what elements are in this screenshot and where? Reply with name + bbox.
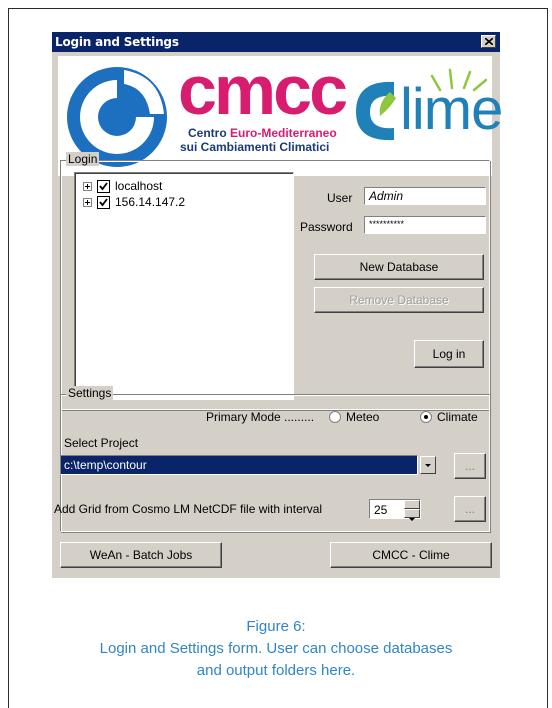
- select-project-label: Select Project: [64, 436, 139, 450]
- title-bar[interactable]: Login and Settings: [52, 32, 500, 52]
- checkmark-icon: [99, 182, 108, 191]
- logo-banner: cmcc Centro Euro-Mediterraneo sui Cambia…: [58, 51, 503, 176]
- tree-item-label: 156.14.147.2: [115, 195, 186, 209]
- checkmark-icon: [99, 198, 108, 207]
- figure-caption-line1: Login and Settings form. User can choose…: [99, 640, 453, 657]
- expand-icon[interactable]: [83, 182, 92, 191]
- cmcc-clime-button[interactable]: CMCC - Clime: [330, 542, 492, 568]
- user-field[interactable]: Admin: [364, 187, 486, 205]
- chevron-down-icon: [425, 464, 431, 467]
- login-group-label: Login: [66, 152, 100, 166]
- password-field[interactable]: **********: [364, 216, 486, 234]
- project-path-value: c:\temp\contour: [64, 458, 147, 472]
- clime-logo-text: lime: [400, 77, 503, 142]
- cmcc-logo-text: cmcc: [178, 51, 348, 129]
- wean-batch-jobs-button[interactable]: WeAn - Batch Jobs: [60, 542, 222, 568]
- radio-selected-dot: [424, 415, 428, 419]
- remove-database-button[interactable]: Remove Database: [314, 287, 484, 313]
- checkbox-localhost[interactable]: [97, 180, 110, 193]
- grid-interval-value: 25: [374, 503, 388, 517]
- figure-number: Figure 6:: [246, 618, 306, 635]
- cmcc-subtitle-line2: sui Cambiamenti Climatici: [180, 140, 330, 154]
- radio-meteo[interactable]: [329, 411, 341, 423]
- cmcc-subtitle-euro: Euro-Mediterraneo: [230, 126, 337, 140]
- arrow-down-icon: [409, 518, 415, 521]
- project-path-select[interactable]: c:\temp\contour: [60, 455, 418, 475]
- radio-meteo-label: Meteo: [346, 410, 380, 424]
- figure-caption-line2: and output folders here.: [196, 662, 356, 679]
- login-settings-window: Login and Settings cmcc Centro Euro-Medi…: [52, 32, 503, 578]
- new-database-button[interactable]: New Database: [314, 254, 484, 280]
- settings-group-label: Settings: [66, 386, 114, 400]
- checkbox-server-ip[interactable]: [97, 196, 110, 209]
- stepper-up-button[interactable]: [404, 500, 420, 512]
- browse-grid-button[interactable]: ...: [454, 496, 486, 522]
- clime-leaf-c-icon: [356, 81, 396, 141]
- cmcc-subtitle-centro: Centro: [188, 126, 230, 140]
- radio-climate-label: Climate: [437, 410, 478, 424]
- stepper-down-button[interactable]: [404, 509, 420, 521]
- tree-item-label: localhost: [115, 179, 163, 193]
- dropdown-button[interactable]: [420, 456, 436, 474]
- browse-project-button[interactable]: ...: [454, 453, 486, 479]
- cmcc-subtitle-line1: Centro Euro-Mediterraneo: [188, 126, 337, 140]
- password-label: Password: [300, 220, 353, 234]
- radio-climate[interactable]: [420, 411, 432, 423]
- grid-interval-stepper[interactable]: 25: [369, 499, 421, 521]
- expand-icon[interactable]: [83, 198, 92, 207]
- window-title: Login and Settings: [55, 35, 179, 49]
- grid-interval-label: Add Grid from Cosmo LM NetCDF file with …: [54, 502, 323, 516]
- server-tree[interactable]: localhost 156.14.147.2: [74, 172, 294, 400]
- close-button[interactable]: [481, 35, 496, 48]
- primary-mode-label: Primary Mode .........: [206, 410, 315, 424]
- close-icon: [485, 38, 493, 45]
- login-button[interactable]: Log in: [414, 340, 484, 368]
- user-label: User: [327, 191, 353, 205]
